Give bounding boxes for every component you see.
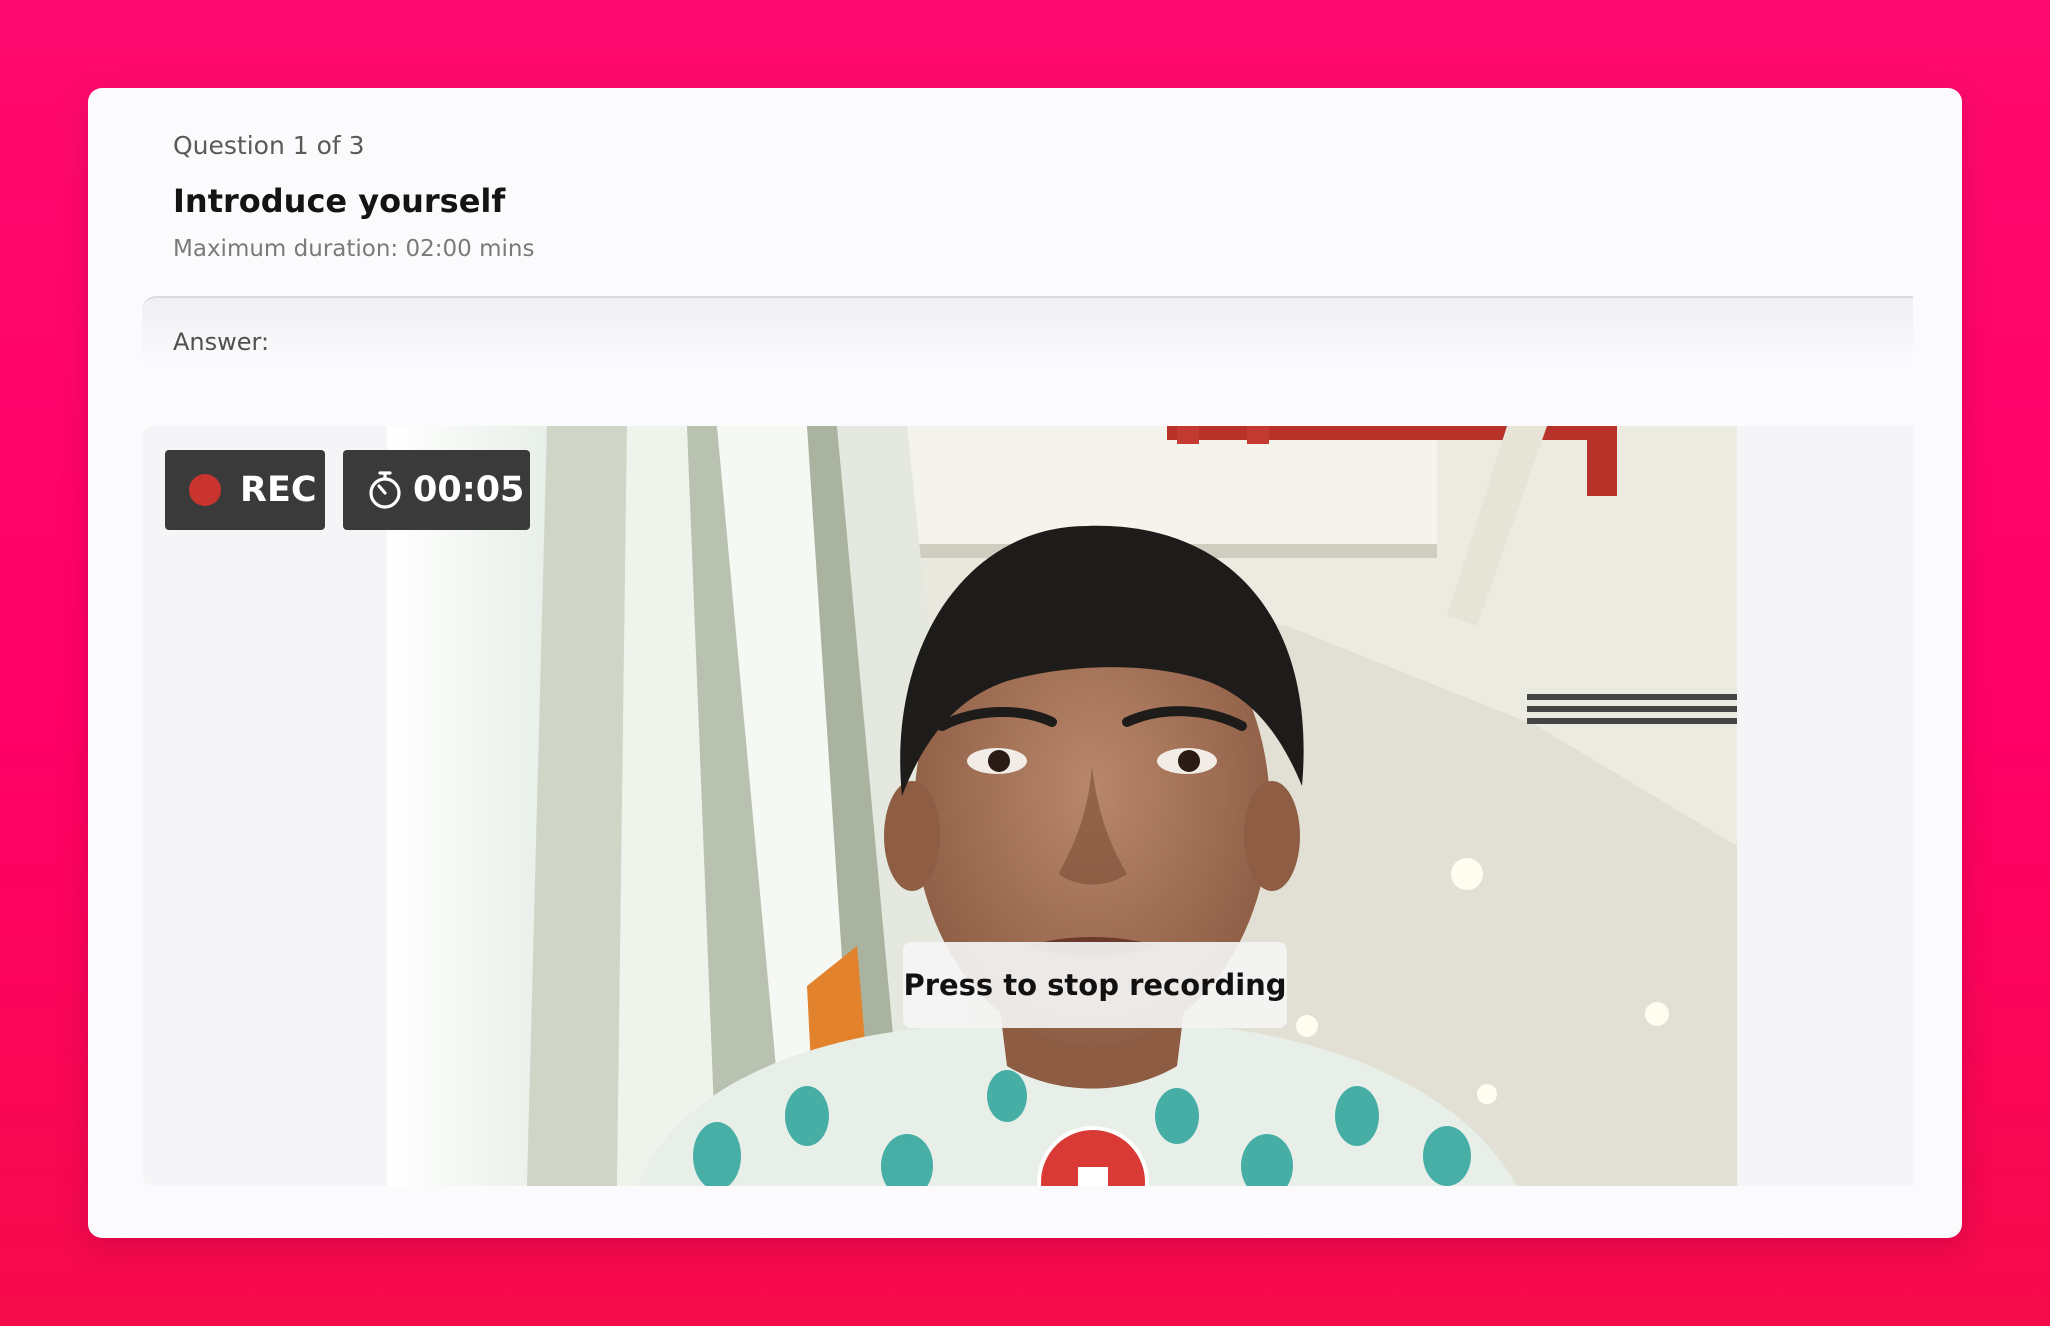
timer-value: 00:05	[413, 470, 525, 510]
record-dot-icon	[189, 474, 221, 506]
rec-label: REC	[240, 470, 317, 510]
video-recorder: REC 00:05 Press to stop recording	[142, 426, 1913, 1186]
answer-section: Answer:	[142, 296, 1913, 394]
camera-feed	[387, 426, 1737, 1186]
stop-square-icon	[1078, 1167, 1108, 1186]
question-title: Introduce yourself	[173, 182, 506, 220]
answer-label: Answer:	[173, 328, 270, 356]
rec-badge: REC	[165, 450, 325, 530]
timer-badge: 00:05	[343, 450, 530, 530]
stop-recording-tooltip: Press to stop recording	[903, 942, 1287, 1028]
question-card: Question 1 of 3 Introduce yourself Maxim…	[88, 88, 1962, 1238]
max-duration: Maximum duration: 02:00 mins	[173, 236, 535, 262]
stopwatch-icon	[369, 471, 401, 509]
question-counter: Question 1 of 3	[173, 131, 365, 160]
